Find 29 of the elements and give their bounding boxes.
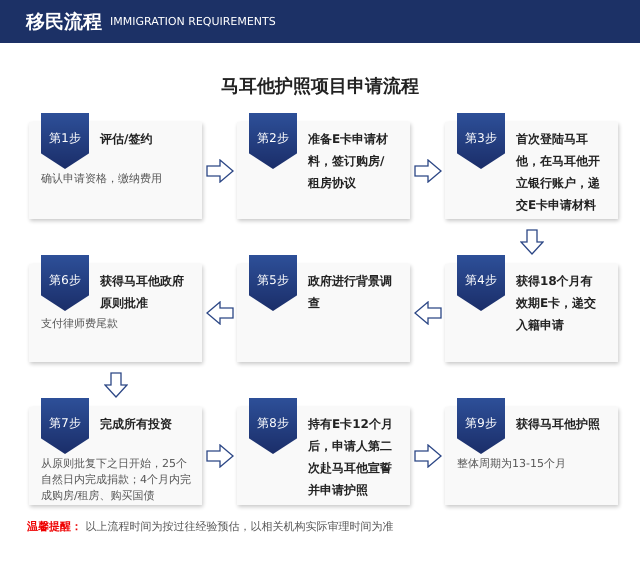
section-subtitle: IMMIGRATION REQUIREMENTS (110, 15, 276, 28)
step-title: 获得马耳他政府原则批准 (100, 273, 185, 312)
step-description: 从原则批复下之日开始，25个自然日内完成捐款；4个月内完成购房/租房、购买国债 (41, 456, 192, 504)
step-badge: 第3步 (457, 113, 505, 169)
step-title: 获得马耳他护照 (516, 416, 601, 433)
notice-text: 以上流程时间为按过往经验预估，以相关机构实际审理时间为准 (86, 520, 394, 533)
step-badge: 第1步 (41, 113, 89, 169)
step-title: 完成所有投资 (100, 416, 173, 433)
step-badge: 第9步 (457, 398, 505, 454)
step-badge: 第2步 (249, 113, 297, 169)
step-badge: 第6步 (41, 255, 89, 311)
step-title: 准备E卡申请材料，签订购房/租房协议 (308, 131, 390, 192)
step-badge: 第5步 (249, 255, 297, 311)
step-title: 获得18个月有效期E卡，递交入籍申请 (516, 273, 598, 334)
step-title: 评估/签约 (100, 131, 154, 148)
step-description: 确认申请资格，缴纳费用 (41, 171, 163, 187)
step-badge: 第8步 (249, 398, 297, 454)
step-description: 支付律师费尾款 (41, 316, 119, 332)
step-badge: 第7步 (41, 398, 89, 454)
section-title: 移民流程 (26, 10, 102, 34)
step-title: 首次登陆马耳他，在马耳他开立银行账户，递交E卡申请材料 (516, 131, 601, 214)
step-title: 政府进行背景调查 (308, 273, 393, 312)
step-description: 整体周期为13-15个月 (457, 456, 567, 472)
step-title: 持有E卡12个月后，申请人第二次赴马耳他宣誓并申请护照 (308, 416, 394, 499)
notice-label: 温馨提醒： (27, 520, 82, 533)
down-arrow-icon (520, 228, 544, 254)
down-arrow-icon (104, 372, 128, 398)
step-badge: 第4步 (457, 255, 505, 311)
page-heading: 马耳他护照项目申请流程 (220, 75, 420, 99)
